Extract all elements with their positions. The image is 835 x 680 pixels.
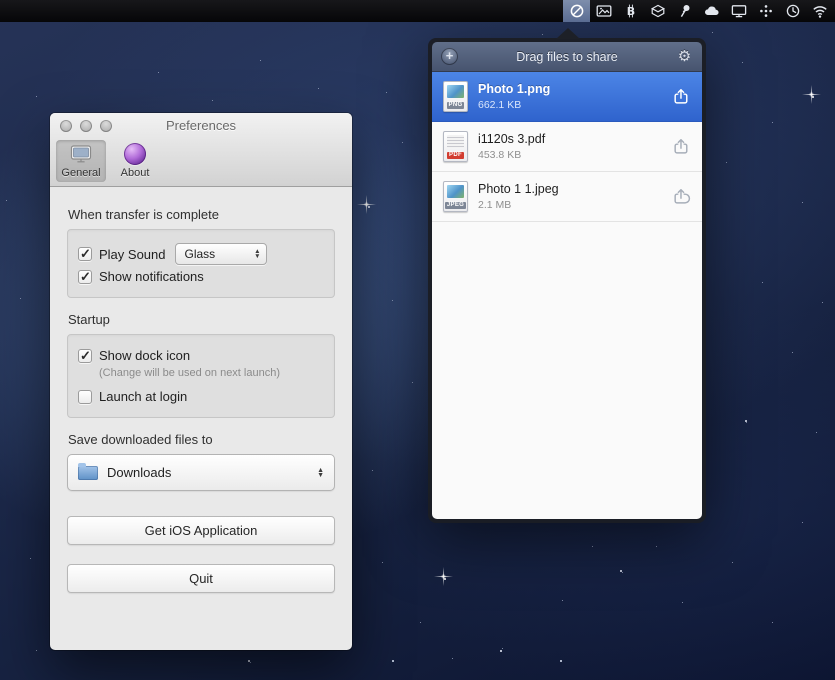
menu-bar-status-icons: B xyxy=(563,0,833,22)
share-icon[interactable] xyxy=(672,187,691,206)
file-type-badge: PNG xyxy=(447,102,465,109)
about-icon xyxy=(122,142,148,166)
save-section-heading: Save downloaded files to xyxy=(68,432,335,447)
file-size: 453.8 KB xyxy=(478,149,672,161)
app-icon[interactable] xyxy=(563,0,590,22)
popover-arrow xyxy=(556,28,580,39)
transfer-section-heading: When transfer is complete xyxy=(68,207,335,222)
window-controls xyxy=(60,120,112,132)
file-thumbnail xyxy=(447,85,464,98)
tab-general[interactable]: General xyxy=(56,140,106,182)
pin-icon[interactable] xyxy=(671,0,698,22)
bright-star xyxy=(809,92,814,97)
share-icon[interactable] xyxy=(672,87,691,106)
bright-star xyxy=(441,574,446,579)
preferences-toolbar: General About xyxy=(50,139,352,182)
menu-bar: B xyxy=(0,0,835,22)
quit-button[interactable]: Quit xyxy=(67,564,335,593)
display-icon[interactable] xyxy=(725,0,752,22)
time-machine-icon[interactable] xyxy=(779,0,806,22)
startup-groupbox: Show dock icon (Change will be used on n… xyxy=(67,334,335,418)
preferences-content: When transfer is complete Play Sound Gla… xyxy=(50,187,352,593)
settings-gear-icon[interactable]: ⚙ xyxy=(676,48,693,65)
window-header[interactable]: Preferences General About xyxy=(50,113,352,187)
popover-frame: + Drag files to share ⚙ PNG Photo 1.png … xyxy=(428,38,706,523)
dots-icon[interactable] xyxy=(752,0,779,22)
stepper-arrows-icon: ▲▼ xyxy=(317,468,324,478)
dock-icon-checkbox[interactable] xyxy=(78,349,92,363)
png-file-icon: PNG xyxy=(443,81,468,112)
launch-login-checkbox[interactable] xyxy=(78,390,92,404)
play-sound-row: Play Sound Glass ▲▼ xyxy=(78,243,324,265)
tab-general-label: General xyxy=(61,167,100,179)
stepper-arrows-icon: ▲▼ xyxy=(254,249,260,259)
file-meta: Photo 1 1.jpeg 2.1 MB xyxy=(478,182,672,211)
get-ios-app-button[interactable]: Get iOS Application xyxy=(67,516,335,545)
general-icon xyxy=(68,142,94,166)
cloud-icon[interactable] xyxy=(698,0,725,22)
add-button[interactable]: + xyxy=(441,48,458,65)
wifi-icon[interactable] xyxy=(806,0,833,22)
play-sound-label: Play Sound xyxy=(99,247,166,262)
close-button[interactable] xyxy=(60,120,72,132)
file-size: 2.1 MB xyxy=(478,199,672,211)
svg-text:B: B xyxy=(626,5,634,18)
tab-about-label: About xyxy=(121,167,150,179)
file-meta: Photo 1.png 662.1 KB xyxy=(478,82,672,111)
save-folder-select[interactable]: Downloads ▲▼ xyxy=(67,454,335,491)
file-type-badge: PDF xyxy=(447,152,464,159)
dock-icon-label: Show dock icon xyxy=(99,348,190,363)
transfer-groupbox: Play Sound Glass ▲▼ Show notifications xyxy=(67,229,335,298)
preferences-window: Preferences General About When transfer … xyxy=(50,113,352,650)
pdf-file-icon: PDF xyxy=(443,131,468,162)
notifications-label: Show notifications xyxy=(99,269,204,284)
file-row[interactable]: PNG Photo 1.png 662.1 KB xyxy=(432,72,702,122)
bitcoin-icon[interactable]: B xyxy=(617,0,644,22)
file-list: PNG Photo 1.png 662.1 KB PDF xyxy=(432,72,702,519)
startup-section-heading: Startup xyxy=(68,312,335,327)
dropbox-icon[interactable] xyxy=(644,0,671,22)
sound-select-value: Glass xyxy=(185,247,216,261)
file-type-badge: JPEG xyxy=(445,202,466,209)
bright-star xyxy=(364,202,369,207)
file-name: Photo 1 1.jpeg xyxy=(478,182,672,196)
file-thumbnail xyxy=(447,185,464,198)
desktop: B xyxy=(0,0,835,680)
tab-about[interactable]: About xyxy=(110,140,160,182)
save-folder-value: Downloads xyxy=(107,465,171,480)
dock-icon-note: (Change will be used on next launch) xyxy=(99,367,324,379)
file-meta: i1120s 3.pdf 453.8 KB xyxy=(478,132,672,161)
launch-login-row: Launch at login xyxy=(78,389,324,404)
sound-select[interactable]: Glass ▲▼ xyxy=(175,243,267,265)
minimize-button[interactable] xyxy=(80,120,92,132)
file-row[interactable]: JPEG Photo 1 1.jpeg 2.1 MB xyxy=(432,172,702,222)
file-row[interactable]: PDF i1120s 3.pdf 453.8 KB xyxy=(432,122,702,172)
share-popover: + Drag files to share ⚙ PNG Photo 1.png … xyxy=(428,38,706,523)
file-size: 662.1 KB xyxy=(478,99,672,111)
notifications-checkbox[interactable] xyxy=(78,270,92,284)
launch-login-label: Launch at login xyxy=(99,389,187,404)
folder-icon xyxy=(78,466,98,480)
zoom-button[interactable] xyxy=(100,120,112,132)
file-thumbnail xyxy=(447,135,464,148)
image-icon[interactable] xyxy=(590,0,617,22)
share-icon[interactable] xyxy=(672,137,691,156)
file-name: Photo 1.png xyxy=(478,82,672,96)
dock-icon-row: Show dock icon xyxy=(78,348,324,363)
notifications-row: Show notifications xyxy=(78,269,324,284)
popover-header: + Drag files to share ⚙ xyxy=(432,42,702,72)
popover-title: Drag files to share xyxy=(458,50,676,64)
file-name: i1120s 3.pdf xyxy=(478,132,672,146)
jpeg-file-icon: JPEG xyxy=(443,181,468,212)
play-sound-checkbox[interactable] xyxy=(78,247,92,261)
